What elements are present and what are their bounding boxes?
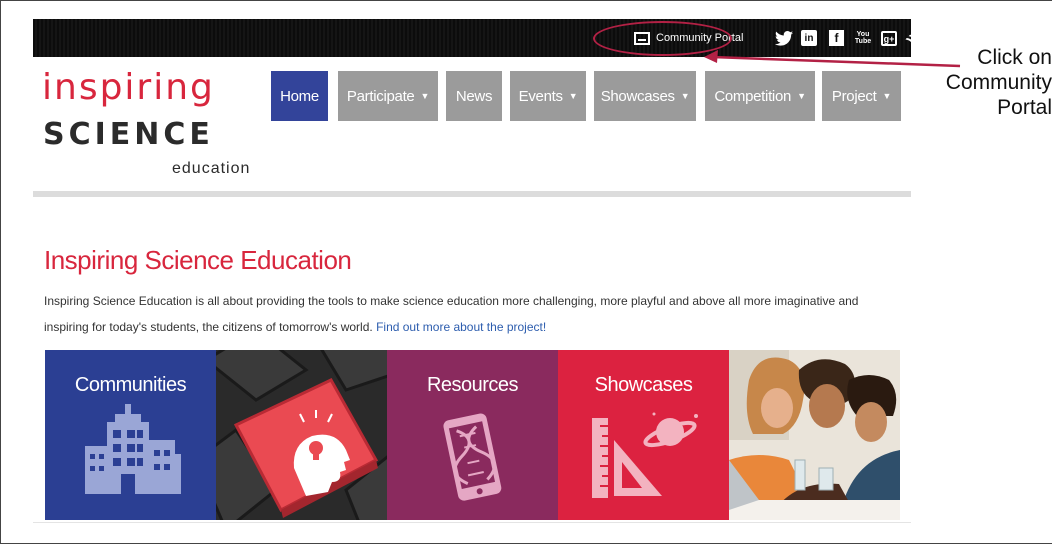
nav-project[interactable]: Project ▼ — [822, 71, 901, 121]
caret-down-icon: ▼ — [797, 91, 806, 101]
top-bar: Community Portal in f You Tube g+ ))) — [33, 19, 925, 57]
content-bottom-line — [33, 522, 911, 523]
site-logo[interactable]: inspiring SCIENCE education — [42, 68, 262, 183]
googleplus-icon[interactable]: g+ — [881, 31, 897, 46]
youtube-icon[interactable]: You Tube — [855, 29, 871, 46]
nav-competition[interactable]: Competition ▼ — [705, 71, 815, 121]
tile-showcases[interactable]: Showcases — [558, 350, 729, 520]
tile-students-photo[interactable] — [729, 350, 900, 520]
caret-down-icon: ▼ — [680, 91, 690, 101]
twitter-icon[interactable] — [775, 29, 793, 47]
logo-inspiring: inspiring — [42, 67, 215, 108]
students-lab-photo — [729, 350, 900, 520]
intro-paragraph: Inspiring Science Education is all about… — [44, 288, 894, 340]
nav-participate[interactable]: Participate ▼ — [338, 71, 438, 121]
caret-down-icon: ▼ — [882, 91, 892, 101]
community-portal-label: Community Portal — [656, 32, 744, 44]
nav-showcases-label: Showcases — [600, 87, 675, 105]
nav-competition-label: Competition — [714, 87, 792, 105]
project-link[interactable]: Find out more about the project! — [376, 320, 546, 334]
nav-events[interactable]: Events ▼ — [510, 71, 586, 121]
annotation-text: Click on Community Portal — [945, 46, 1052, 119]
community-portal-link[interactable]: Community Portal — [634, 28, 743, 48]
page-title: Inspiring Science Education — [44, 245, 352, 275]
nav-events-label: Events — [518, 87, 563, 105]
nav-news-label: News — [455, 87, 493, 105]
idea-keyboard-image — [216, 350, 387, 520]
nav-participate-label: Participate — [346, 87, 415, 105]
dna-phone-icon — [443, 413, 502, 501]
logo-education: education — [172, 160, 251, 177]
tile-ideas-keyboard[interactable] — [216, 350, 387, 520]
facebook-icon[interactable]: f — [829, 30, 844, 46]
header-divider — [33, 191, 911, 197]
caret-down-icon: ▼ — [420, 91, 430, 101]
nav-home-label: Home — [280, 87, 319, 105]
ruler-planet-icon — [592, 412, 698, 498]
nav-news[interactable]: News — [446, 71, 502, 121]
feature-tiles: Communities Resources Showcases — [45, 350, 901, 520]
linkedin-icon[interactable]: in — [801, 30, 817, 46]
tile-resources[interactable]: Resources — [387, 350, 558, 520]
nav-showcases[interactable]: Showcases ▼ — [594, 71, 696, 121]
youtube-icon-top: You — [856, 30, 870, 38]
caret-down-icon: ▼ — [568, 91, 578, 101]
nav-project-label: Project — [831, 87, 877, 105]
city-buildings-icon — [85, 404, 181, 494]
portal-icon — [634, 31, 650, 45]
tile-communities[interactable]: Communities — [45, 350, 216, 520]
youtube-icon-bottom: Tube — [854, 37, 872, 45]
logo-science: SCIENCE — [43, 117, 214, 152]
nav-home[interactable]: Home — [271, 71, 328, 121]
